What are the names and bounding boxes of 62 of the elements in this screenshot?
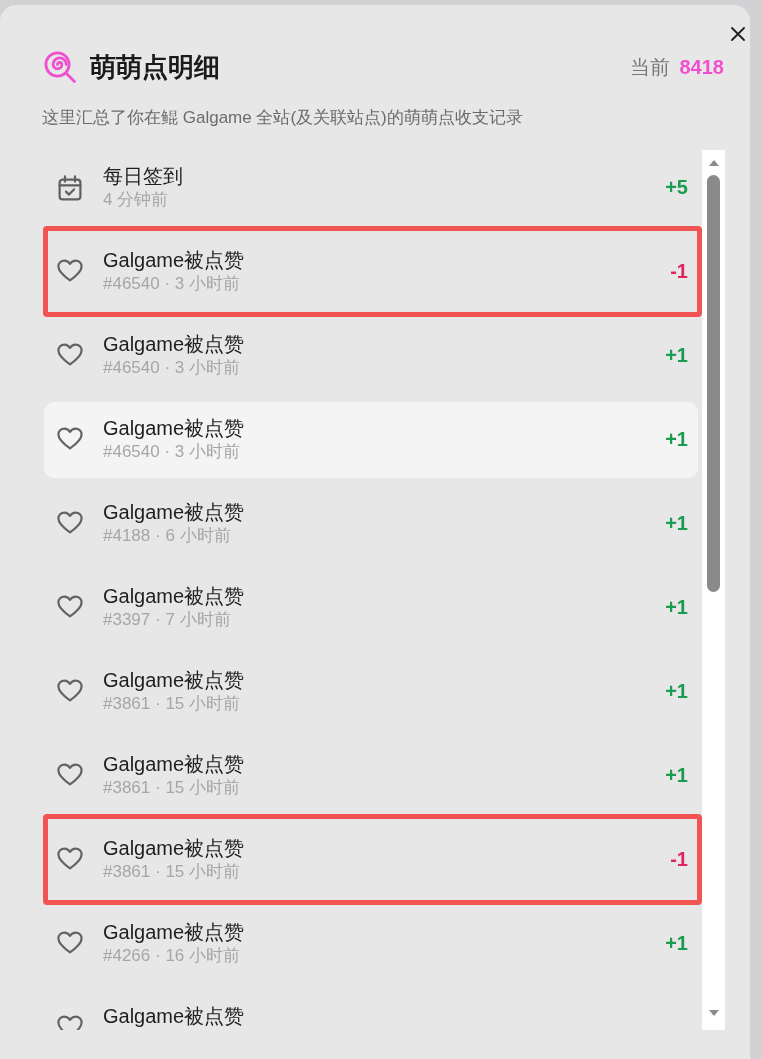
heart-icon (57, 679, 83, 702)
scrollbar-track[interactable] (702, 150, 725, 1030)
record-title: Galgame被点赞 (103, 668, 245, 693)
record-item[interactable]: Galgame被点赞 #3397 · 7 小时前 +1 (40, 566, 702, 650)
record-title: Galgame被点赞 (103, 500, 245, 525)
record-meta: 4 分钟前 (103, 189, 169, 211)
record-meta: #4266 · 16 小时前 (103, 945, 240, 967)
caret-down-icon[interactable] (708, 1010, 719, 1016)
dialog-title: 萌萌点明细 (90, 50, 220, 84)
record-title: Galgame被点赞 (103, 332, 245, 357)
points-amount: -1 (670, 259, 688, 284)
heart-icon (57, 595, 83, 618)
record-meta: #3861 · 15 小时前 (103, 777, 240, 799)
record-item[interactable]: Galgame被点赞 #3861 · 15 小时前 -1 (40, 818, 702, 902)
heart-icon (57, 343, 83, 366)
record-item[interactable]: Galgame被点赞 #3861 · 15 小时前 +1 (40, 734, 702, 818)
lollipop-icon (44, 51, 76, 83)
close-button[interactable] (728, 24, 748, 44)
record-item[interactable]: Galgame被点赞 (40, 986, 702, 1030)
record-title: 每日签到 (103, 164, 183, 189)
record-meta: #46540 · 3 小时前 (103, 441, 240, 463)
record-title: Galgame被点赞 (103, 1004, 245, 1029)
points-amount: +1 (665, 343, 688, 368)
points-amount: +1 (665, 763, 688, 788)
record-item[interactable]: Galgame被点赞 #4188 · 6 小时前 +1 (40, 482, 702, 566)
record-item[interactable]: 每日签到 4 分钟前 +5 (40, 146, 702, 230)
record-meta: #4188 · 6 小时前 (103, 525, 231, 547)
record-meta: #46540 · 3 小时前 (103, 273, 240, 295)
points-amount: +1 (665, 595, 688, 620)
record-item[interactable]: Galgame被点赞 #46540 · 3 小时前 -1 (40, 230, 702, 314)
record-meta: #3861 · 15 小时前 (103, 693, 240, 715)
points-amount: +5 (665, 175, 688, 200)
points-amount: +1 (665, 511, 688, 536)
heart-icon (57, 259, 83, 282)
heart-icon (57, 511, 83, 534)
heart-icon (57, 847, 83, 870)
close-icon (731, 27, 745, 41)
heart-icon (57, 427, 83, 450)
record-meta: #46540 · 3 小时前 (103, 357, 240, 379)
points-amount: +1 (665, 931, 688, 956)
heart-icon (57, 763, 83, 786)
caret-up-icon[interactable] (708, 160, 719, 166)
record-title: Galgame被点赞 (103, 584, 245, 609)
record-meta: #3861 · 15 小时前 (103, 861, 240, 883)
balance-value: 8418 (679, 55, 724, 79)
record-title: Galgame被点赞 (103, 752, 245, 777)
dialog-description: 这里汇总了你在鲲 Galgame 全站(及关联站点)的萌萌点收支记录 (42, 107, 523, 129)
scrollbar-thumb[interactable] (707, 175, 720, 592)
record-item[interactable]: Galgame被点赞 #4266 · 16 小时前 +1 (40, 902, 702, 986)
record-title: Galgame被点赞 (103, 836, 245, 861)
record-meta: #3397 · 7 小时前 (103, 609, 231, 631)
points-amount: +1 (665, 679, 688, 704)
calendar-check-icon (57, 175, 83, 201)
record-title: Galgame被点赞 (103, 920, 245, 945)
balance-label: 当前 (629, 54, 670, 80)
record-item[interactable]: Galgame被点赞 #3861 · 15 小时前 +1 (40, 650, 702, 734)
heart-icon (57, 931, 83, 954)
points-amount: -1 (670, 847, 688, 872)
record-title: Galgame被点赞 (103, 248, 245, 273)
points-amount: +1 (665, 427, 688, 452)
record-item[interactable]: Galgame被点赞 #46540 · 3 小时前 +1 (40, 314, 702, 398)
record-title: Galgame被点赞 (103, 416, 245, 441)
